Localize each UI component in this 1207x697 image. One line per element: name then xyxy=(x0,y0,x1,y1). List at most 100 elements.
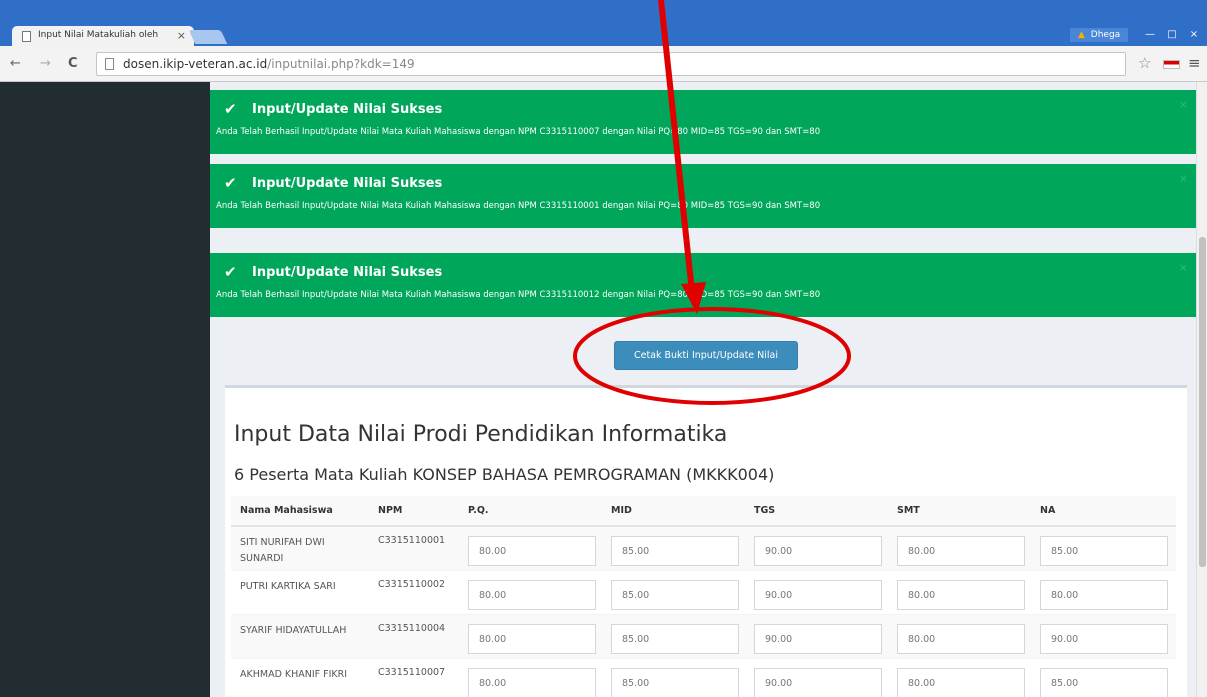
na-input[interactable] xyxy=(1040,668,1168,697)
alert-message: Anda Telah Berhasil Input/Update Nilai M… xyxy=(216,201,821,211)
na-input[interactable] xyxy=(1040,624,1168,654)
mid-input[interactable] xyxy=(611,536,739,567)
tgs-input[interactable] xyxy=(754,580,882,610)
pq-input[interactable] xyxy=(468,536,596,567)
pq-input[interactable] xyxy=(468,668,596,697)
table-header-row: Nama Mahasiswa NPM P.Q. MID TGS SMT NA xyxy=(231,496,1176,527)
column-header: Nama Mahasiswa xyxy=(231,496,369,527)
grade-input-box: Input Data Nilai Prodi Pendidikan Inform… xyxy=(225,385,1187,697)
page-icon xyxy=(105,58,114,70)
main-content: ✔ Input/Update Nilai Sukses Anda Telah B… xyxy=(210,82,1196,697)
pq-cell xyxy=(459,657,602,697)
student-npm: C3315110004 xyxy=(369,613,459,658)
reload-button[interactable]: C xyxy=(68,56,78,71)
na-cell xyxy=(1031,657,1176,697)
smt-cell xyxy=(888,525,1031,570)
page-title: Input Data Nilai Prodi Pendidikan Inform… xyxy=(234,422,728,447)
alert-close-icon[interactable]: × xyxy=(1179,98,1188,111)
column-header: NPM xyxy=(369,496,459,527)
browser-titlebar: Input Nilai Matakuliah oleh × ▲ Dhega — … xyxy=(0,0,1207,46)
student-name: SITI NURIFAH DWI SUNARDI xyxy=(231,525,369,570)
page-scrollbar[interactable] xyxy=(1196,82,1207,697)
tgs-input[interactable] xyxy=(754,668,882,697)
smt-cell xyxy=(888,613,1031,658)
smt-cell xyxy=(888,657,1031,697)
close-window-button[interactable]: × xyxy=(1184,28,1204,42)
student-name: PUTRI KARTIKA SARI xyxy=(231,569,369,614)
mid-cell xyxy=(602,569,745,614)
tab-close-icon[interactable]: × xyxy=(177,29,186,42)
url-host: dosen.ikip-veteran.ac.id xyxy=(123,57,268,71)
menu-icon[interactable]: ≡ xyxy=(1188,54,1201,72)
back-button[interactable]: ← xyxy=(10,56,21,71)
mid-cell xyxy=(602,525,745,570)
success-alert: ✔ Input/Update Nilai Sukses Anda Telah B… xyxy=(210,253,1196,317)
na-cell xyxy=(1031,613,1176,658)
student-npm: C3315110002 xyxy=(369,569,459,614)
smt-input[interactable] xyxy=(897,580,1025,610)
alert-title: Input/Update Nilai Sukses xyxy=(252,176,443,191)
table-row: SITI NURIFAH DWI SUNARDI C3315110001 xyxy=(231,525,1176,570)
student-name: AKHMAD KHANIF FIKRI xyxy=(231,657,369,697)
smt-cell xyxy=(888,569,1031,614)
warning-icon: ▲ xyxy=(1078,30,1085,40)
user-name: Dhega xyxy=(1090,30,1121,40)
extension-flag-icon[interactable] xyxy=(1163,60,1180,69)
tgs-cell xyxy=(745,613,888,658)
alert-close-icon[interactable]: × xyxy=(1179,172,1188,185)
course-subtitle: 6 Peserta Mata Kuliah KONSEP BAHASA PEMR… xyxy=(234,465,775,484)
student-npm: C3315110001 xyxy=(369,525,459,570)
column-header: TGS xyxy=(745,496,888,527)
forward-button[interactable]: → xyxy=(40,56,51,71)
mid-input[interactable] xyxy=(611,624,739,654)
success-alert: ✔ Input/Update Nilai Sukses Anda Telah B… xyxy=(210,164,1196,228)
table-row: PUTRI KARTIKA SARI C3315110002 xyxy=(231,569,1176,614)
mid-input[interactable] xyxy=(611,668,739,697)
na-input[interactable] xyxy=(1040,580,1168,610)
url-path: /inputnilai.php?kdk=149 xyxy=(267,57,415,71)
tgs-cell xyxy=(745,525,888,570)
table-row: AKHMAD KHANIF FIKRI C3315110007 xyxy=(231,657,1176,697)
na-input[interactable] xyxy=(1040,536,1168,567)
new-tab-button[interactable] xyxy=(188,30,228,44)
alert-title: Input/Update Nilai Sukses xyxy=(252,102,443,117)
address-bar[interactable]: dosen.ikip-veteran.ac.id/inputnilai.php?… xyxy=(96,52,1126,76)
mid-cell xyxy=(602,657,745,697)
student-npm: C3315110007 xyxy=(369,657,459,697)
tgs-cell xyxy=(745,657,888,697)
mid-input[interactable] xyxy=(611,580,739,610)
mid-cell xyxy=(602,613,745,658)
tab-title: Input Nilai Matakuliah oleh xyxy=(38,30,159,40)
check-icon: ✔ xyxy=(224,100,237,118)
browser-tab[interactable]: Input Nilai Matakuliah oleh × xyxy=(12,26,194,46)
column-header: P.Q. xyxy=(459,496,602,527)
print-receipt-button[interactable]: Cetak Bukti Input/Update Nilai xyxy=(614,341,798,370)
tgs-input[interactable] xyxy=(754,624,882,654)
column-header: SMT xyxy=(888,496,1031,527)
na-cell xyxy=(1031,569,1176,614)
maximize-button[interactable]: □ xyxy=(1162,28,1182,42)
bookmark-star-icon[interactable]: ☆ xyxy=(1138,54,1151,72)
smt-input[interactable] xyxy=(897,624,1025,654)
table-row: SYARIF HIDAYATULLAH C3315110004 xyxy=(231,613,1176,658)
page-icon xyxy=(22,31,31,42)
browser-toolbar: ← → C dosen.ikip-veteran.ac.id/inputnila… xyxy=(0,46,1207,82)
scrollbar-thumb[interactable] xyxy=(1199,237,1206,567)
alert-message: Anda Telah Berhasil Input/Update Nilai M… xyxy=(216,127,821,137)
tgs-cell xyxy=(745,569,888,614)
pq-input[interactable] xyxy=(468,580,596,610)
smt-input[interactable] xyxy=(897,536,1025,567)
column-header: MID xyxy=(602,496,745,527)
grades-table: Nama Mahasiswa NPM P.Q. MID TGS SMT NA S… xyxy=(231,496,1176,697)
tgs-input[interactable] xyxy=(754,536,882,567)
pq-cell xyxy=(459,613,602,658)
check-icon: ✔ xyxy=(224,174,237,192)
success-alert: ✔ Input/Update Nilai Sukses Anda Telah B… xyxy=(210,90,1196,154)
alert-close-icon[interactable]: × xyxy=(1179,261,1188,274)
pq-input[interactable] xyxy=(468,624,596,654)
student-name: SYARIF HIDAYATULLAH xyxy=(231,613,369,658)
minimize-button[interactable]: — xyxy=(1140,28,1160,42)
pq-cell xyxy=(459,569,602,614)
user-profile-badge[interactable]: ▲ Dhega xyxy=(1070,28,1129,42)
smt-input[interactable] xyxy=(897,668,1025,697)
